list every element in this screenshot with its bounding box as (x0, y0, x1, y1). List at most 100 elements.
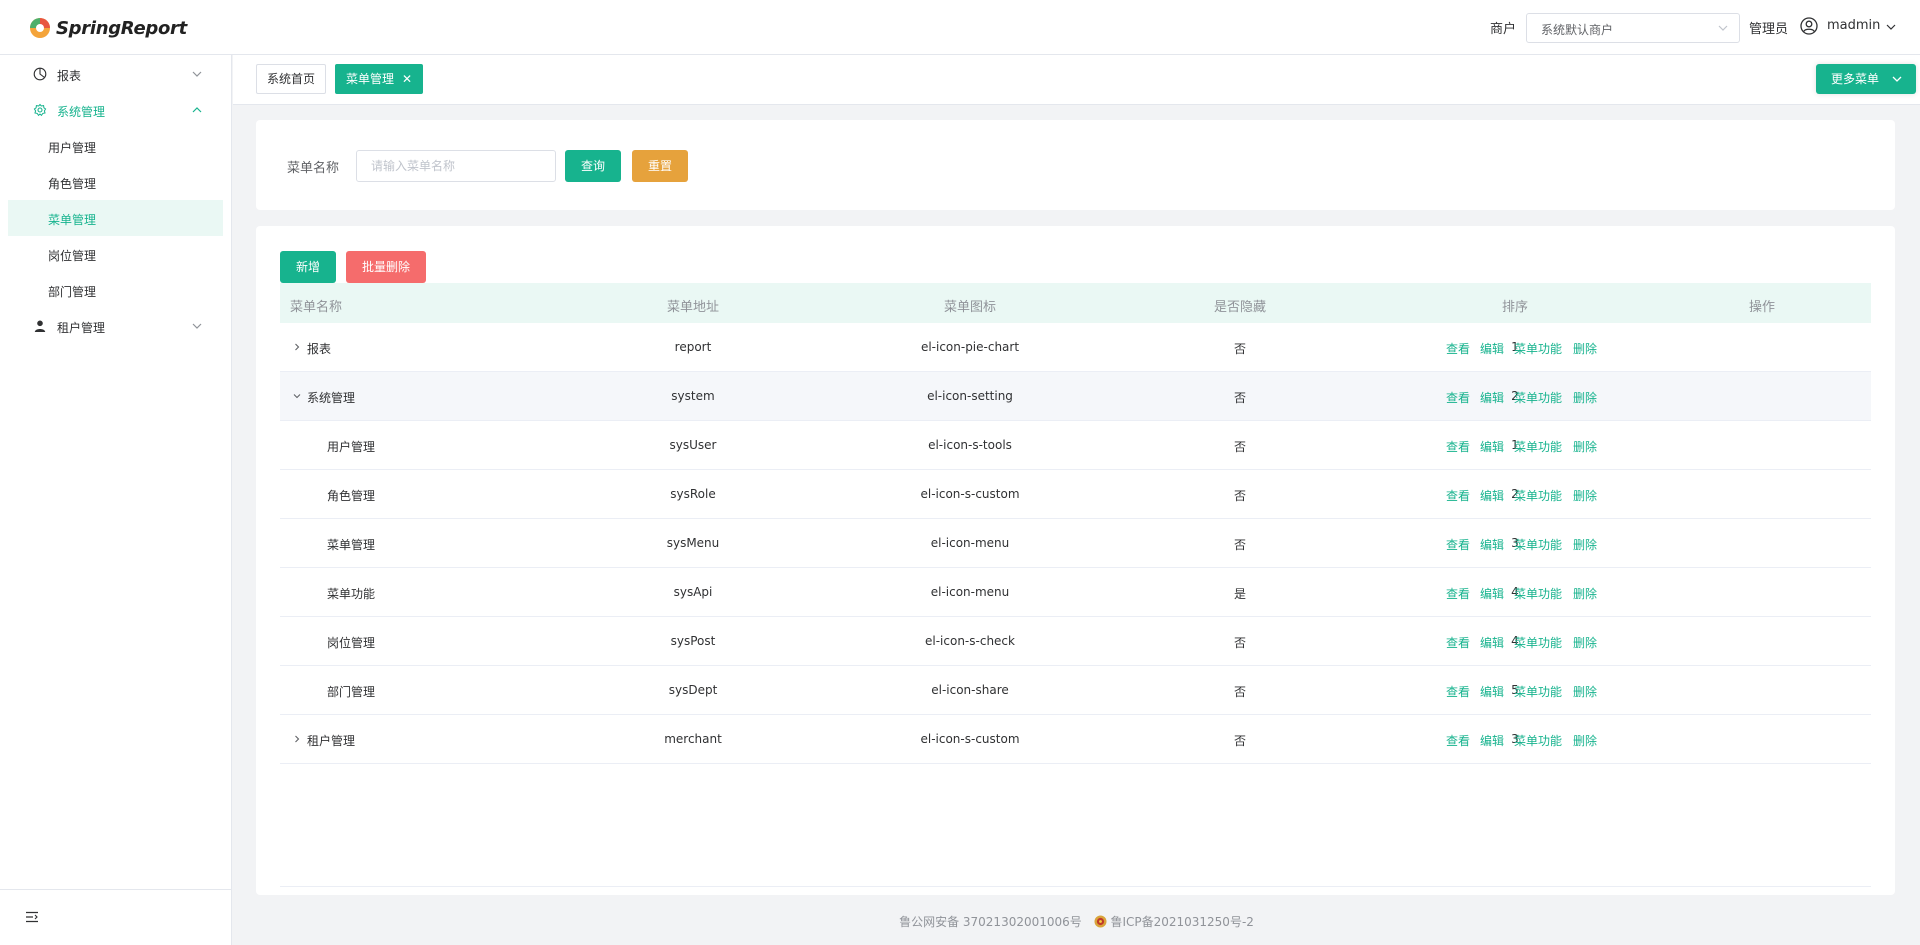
menu-name-search-input[interactable] (356, 150, 556, 182)
column-header-icon: 菜单图标 (943, 300, 997, 315)
collapse-menu-icon[interactable] (25, 910, 39, 924)
menu-function-button[interactable]: 菜单功能 (1514, 438, 1562, 455)
edit-button[interactable]: 编辑 (1480, 634, 1504, 651)
view-button[interactable]: 查看 (1446, 487, 1470, 504)
cell-hidden: 否 (1233, 685, 1247, 699)
sidebar-item-report[interactable]: 报表 (0, 56, 232, 92)
cell-menu-name: 用户管理 (327, 440, 376, 454)
sidebar-footer (0, 889, 232, 945)
add-button[interactable]: 新增 (280, 251, 336, 283)
table-row[interactable]: 用户管理 sysUser el-icon-s-tools 否 1 查看 编辑 菜单功能 删除 (280, 421, 1871, 470)
tab-menu-management[interactable]: 菜单管理 ✕ (335, 64, 424, 94)
view-button[interactable]: 查看 (1446, 340, 1470, 357)
view-button[interactable]: 查看 (1446, 389, 1470, 406)
user-name[interactable]: madmin (1827, 18, 1880, 33)
view-button[interactable]: 查看 (1446, 683, 1470, 700)
sidebar-item-departments[interactable]: 部门管理 (8, 272, 223, 308)
view-button[interactable]: 查看 (1446, 438, 1470, 455)
sidebar: 报表 系统管理 用户管理 角色管理 菜单管理 岗位管理 部门管理 租户管理 (0, 55, 232, 945)
cell-hidden: 否 (1233, 391, 1247, 405)
delete-button[interactable]: 删除 (1573, 389, 1597, 406)
table-row[interactable]: 菜单功能 sysApi el-icon-menu 是 4 查看 编辑 菜单功能 删除 (280, 568, 1871, 617)
menu-function-button[interactable]: 菜单功能 (1514, 585, 1562, 602)
cell-hidden: 否 (1233, 489, 1247, 503)
view-button[interactable]: 查看 (1446, 536, 1470, 553)
cell-menu-name: 菜单功能 (327, 587, 376, 601)
reset-button[interactable]: 重置 (632, 150, 688, 182)
table-row[interactable]: 菜单管理 sysMenu el-icon-menu 否 3 查看 编辑 菜单功能 删除 (280, 519, 1871, 568)
user-icon (34, 320, 46, 332)
chevron-right-icon[interactable] (292, 342, 302, 352)
delete-button[interactable]: 删除 (1573, 340, 1597, 357)
cell-menu-icon: el-icon-menu (930, 585, 1010, 599)
column-header-name: 菜单名称 (290, 300, 343, 315)
close-icon[interactable]: ✕ (402, 65, 412, 93)
table-row[interactable]: 租户管理 merchant el-icon-s-custom 否 3 查看 编辑 菜单功能 删除 (280, 715, 1871, 764)
menu-function-button[interactable]: 菜单功能 (1514, 536, 1562, 553)
view-button[interactable]: 查看 (1446, 585, 1470, 602)
table-row[interactable]: 报表 report el-icon-pie-chart 否 1 查看 编辑 菜单功能 删除 (280, 323, 1871, 372)
merchant-select-value: 系统默认商户 (1541, 23, 1614, 37)
table-row[interactable]: 系统管理 system el-icon-setting 否 2 查看 编辑 菜单功能 删除 (280, 372, 1871, 421)
sidebar-item-label: 系统管理 (57, 105, 106, 119)
table-row[interactable]: 角色管理 sysRole el-icon-s-custom 否 2 查看 编辑 菜单功能 删除 (280, 470, 1871, 519)
sidebar-item-system[interactable]: 系统管理 (0, 92, 232, 128)
edit-button[interactable]: 编辑 (1480, 536, 1504, 553)
delete-button[interactable]: 删除 (1573, 487, 1597, 504)
delete-button[interactable]: 删除 (1573, 536, 1597, 553)
table-row[interactable]: 部门管理 sysDept el-icon-share 否 5 查看 编辑 菜单功能 删除 (280, 666, 1871, 715)
chevron-down-icon[interactable] (1885, 21, 1897, 33)
sidebar-item-tenants[interactable]: 租户管理 (0, 308, 232, 344)
sidebar-item-posts[interactable]: 岗位管理 (8, 236, 223, 272)
menu-function-button[interactable]: 菜单功能 (1514, 634, 1562, 651)
chevron-down-icon[interactable] (292, 391, 302, 401)
view-button[interactable]: 查看 (1446, 732, 1470, 749)
view-button[interactable]: 查看 (1446, 634, 1470, 651)
chevron-right-icon[interactable] (292, 734, 302, 744)
tab-home[interactable]: 系统首页 (256, 64, 327, 94)
tab-label: 菜单管理 (346, 72, 395, 86)
more-menu-button[interactable]: 更多菜单 (1816, 64, 1916, 94)
merchant-label: 商户 (1490, 22, 1517, 37)
edit-button[interactable]: 编辑 (1480, 438, 1504, 455)
cell-hidden: 否 (1233, 636, 1247, 650)
edit-button[interactable]: 编辑 (1480, 340, 1504, 357)
merchant-select[interactable]: 系统默认商户 (1526, 13, 1740, 43)
delete-button[interactable]: 删除 (1573, 634, 1597, 651)
sidebar-item-menus[interactable]: 菜单管理 (8, 200, 223, 236)
delete-button[interactable]: 删除 (1573, 732, 1597, 749)
menu-function-button[interactable]: 菜单功能 (1514, 340, 1562, 357)
police-record-text[interactable]: 鲁公网安备 37021302001006号 (899, 915, 1082, 929)
edit-button[interactable]: 编辑 (1480, 683, 1504, 700)
menu-function-button[interactable]: 菜单功能 (1514, 683, 1562, 700)
edit-button[interactable]: 编辑 (1480, 487, 1504, 504)
edit-button[interactable]: 编辑 (1480, 389, 1504, 406)
column-header-hidden: 是否隐藏 (1213, 300, 1267, 315)
cell-menu-name: 系统管理 (307, 391, 356, 405)
delete-button[interactable]: 删除 (1573, 683, 1597, 700)
edit-button[interactable]: 编辑 (1480, 732, 1504, 749)
menu-function-button[interactable]: 菜单功能 (1514, 487, 1562, 504)
edit-button[interactable]: 编辑 (1480, 585, 1504, 602)
sidebar-subitem-label: 菜单管理 (48, 213, 97, 227)
cell-menu-name: 菜单管理 (327, 538, 376, 552)
cell-hidden: 否 (1233, 342, 1247, 356)
delete-button[interactable]: 删除 (1573, 438, 1597, 455)
sidebar-item-users[interactable]: 用户管理 (8, 128, 223, 164)
delete-button[interactable]: 删除 (1573, 585, 1597, 602)
menu-function-button[interactable]: 菜单功能 (1514, 389, 1562, 406)
sidebar-item-label: 租户管理 (57, 321, 106, 335)
chevron-down-icon (192, 71, 202, 77)
batch-delete-button[interactable]: 批量删除 (346, 251, 426, 283)
user-circle-icon[interactable] (1800, 17, 1818, 35)
table-row[interactable]: 岗位管理 sysPost el-icon-s-check 否 4 查看 编辑 菜单功能 删除 (280, 617, 1871, 666)
query-button[interactable]: 查询 (565, 150, 621, 182)
cell-menu-name: 岗位管理 (327, 636, 376, 650)
cell-menu-icon: el-icon-s-check (925, 634, 1015, 648)
menu-function-button[interactable]: 菜单功能 (1514, 732, 1562, 749)
logo[interactable]: SpringReport (28, 16, 187, 40)
sidebar-item-roles[interactable]: 角色管理 (8, 164, 223, 200)
cell-menu-icon: el-icon-pie-chart (920, 340, 1020, 354)
cell-hidden: 否 (1233, 734, 1247, 748)
icp-record-text[interactable]: 鲁ICP备2021031250号-2 (1110, 915, 1253, 929)
